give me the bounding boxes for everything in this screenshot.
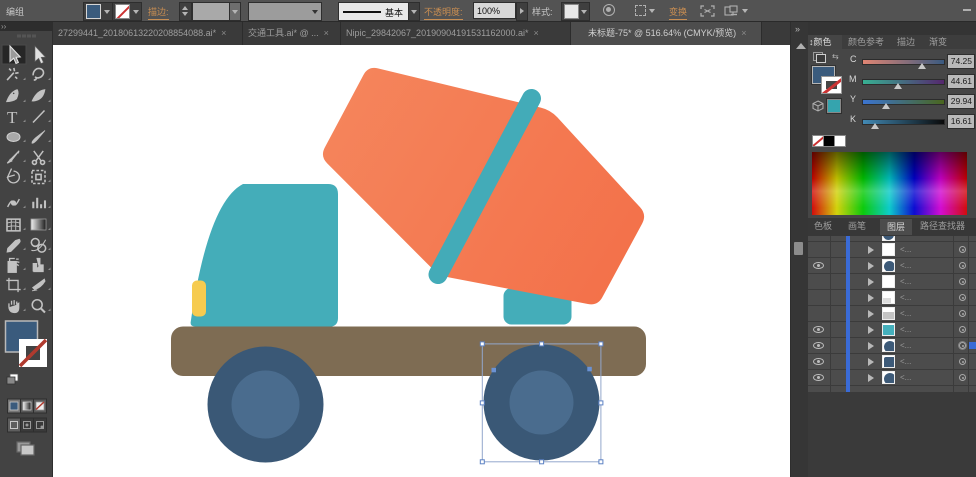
- svg-text:T: T: [7, 108, 18, 127]
- svg-text:››: ››: [1, 22, 7, 31]
